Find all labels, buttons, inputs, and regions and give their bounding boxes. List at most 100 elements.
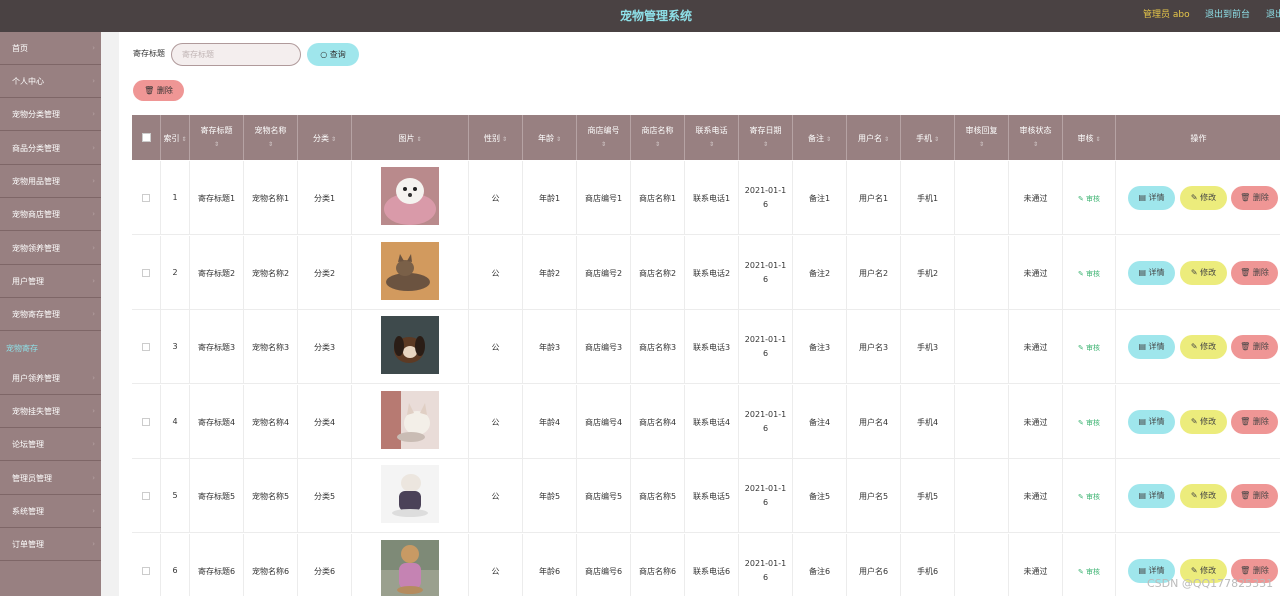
audit-link[interactable]: ✎ 审核 (1063, 418, 1115, 428)
edit-button[interactable]: ✎ 修改 (1180, 186, 1227, 210)
delete-button[interactable]: 🗑 删除 (1231, 409, 1278, 434)
chevron-right-icon: › (92, 507, 95, 515)
sidebar-item-label: 管理员管理 (12, 474, 52, 483)
cell-value: 寄存标题3 (197, 343, 236, 352)
column-header[interactable]: 审核回复 ⇕ (955, 115, 1009, 160)
sidebar-item[interactable]: 宠物商店管理 › (0, 198, 101, 231)
query-button[interactable]: ○ 查询 (307, 43, 359, 66)
sidebar-item-label: 首页 (12, 44, 28, 53)
pencil-icon: ✎ (1190, 342, 1201, 351)
edit-button[interactable]: ✎ 修改 (1180, 260, 1227, 285)
sidebar-item-label: 宠物领养管理 (12, 244, 60, 253)
sidebar-item-label: 宠物寄存 (6, 344, 38, 353)
table-cell-mobile: 手机6 (901, 533, 955, 596)
sidebar-item[interactable]: 用户管理 › (0, 265, 101, 298)
table-cell-note: 备注2 (793, 235, 847, 310)
sidebar-item[interactable]: 商品分类管理 › (0, 132, 101, 165)
cell-value: 商店编号1 (584, 194, 623, 203)
audit-link[interactable]: ✎ 审核 (1063, 343, 1115, 353)
select-all-checkbox[interactable] (142, 133, 151, 142)
column-header[interactable]: 年龄 ⇕ (523, 115, 577, 160)
search-input[interactable] (171, 43, 301, 66)
column-header[interactable]: 性别 ⇕ (469, 115, 523, 160)
column-header[interactable]: 宠物名称 ⇕ (244, 115, 298, 160)
column-header[interactable]: 用户名 ⇕ (847, 115, 901, 160)
edit-icon: ✎ (1077, 567, 1087, 576)
table-cell-pet: 宠物名称1 (244, 161, 298, 235)
table-cell-shop-name: 商店名称4 (631, 384, 685, 459)
audit-link[interactable]: ✎ 审核 (1063, 492, 1115, 502)
audit-link[interactable]: ✎ 审核 (1063, 567, 1115, 577)
column-header[interactable]: 审核 ⇕ (1063, 115, 1116, 160)
edit-button[interactable]: ✎ 修改 (1180, 335, 1227, 359)
sidebar-item[interactable]: 订单管理 › (0, 528, 101, 561)
edit-button[interactable]: ✎ 修改 (1180, 409, 1227, 434)
cell-value: 年龄5 (538, 492, 561, 501)
edit-button[interactable]: ✎ 修改 (1180, 484, 1227, 508)
batch-delete-button[interactable]: 🗑 删除 (133, 80, 184, 101)
sidebar-item[interactable]: 用户领养管理 › (0, 362, 101, 395)
delete-button[interactable]: 🗑 删除 (1231, 186, 1278, 210)
row-checkbox[interactable] (142, 417, 150, 426)
table-cell-reply (955, 161, 1009, 235)
detail-button[interactable]: ▤ 详情 (1128, 409, 1175, 434)
row-checkbox[interactable] (142, 343, 150, 351)
select-all-header[interactable] (132, 115, 161, 160)
row-checkbox[interactable] (142, 492, 150, 500)
audit-label: 审核 (1086, 195, 1101, 203)
table-cell-date: 2021-01-16 (739, 310, 793, 384)
detail-button[interactable]: ▤ 详情 (1128, 335, 1175, 359)
cell-value: 商店名称2 (638, 268, 677, 278)
detail-button-label: 详情 (1148, 416, 1165, 426)
column-header[interactable]: 寄存日期 ⇕ (739, 115, 793, 160)
audit-link[interactable]: ✎ 审核 (1063, 269, 1115, 279)
column-header[interactable]: 手机 ⇕ (901, 115, 955, 160)
sidebar-item[interactable]: 首页 › (0, 32, 101, 65)
sidebar-item[interactable]: 论坛管理 › (0, 428, 101, 461)
sort-icon: ⇕ (179, 136, 187, 143)
column-header[interactable]: 备注 ⇕ (793, 115, 847, 160)
column-header[interactable]: 审核状态 ⇕ (1009, 115, 1063, 160)
column-header[interactable]: 寄存标题 ⇕ (190, 115, 244, 160)
detail-button[interactable]: ▤ 详情 (1128, 186, 1175, 210)
chevron-right-icon: › (92, 407, 95, 415)
edit-icon: ✎ (1077, 418, 1087, 427)
row-checkbox[interactable] (142, 194, 150, 202)
sidebar-item[interactable]: 个人中心 › (0, 65, 101, 98)
exit-system-link[interactable]: 退出 (1266, 0, 1280, 30)
sidebar-item[interactable]: 宠物挂失管理 › (0, 395, 101, 428)
sidebar-item[interactable]: 宠物分类管理 › (0, 98, 101, 131)
sidebar-item[interactable]: 宠物寄存管理 › (0, 298, 101, 331)
audit-link[interactable]: ✎ 审核 (1063, 194, 1115, 204)
delete-button[interactable]: 🗑 删除 (1231, 484, 1278, 508)
column-header[interactable]: 分类 ⇕ (298, 115, 352, 160)
sidebar-item[interactable]: 管理员管理 › (0, 462, 101, 495)
column-header[interactable]: 索引 ⇕ (161, 115, 190, 160)
sidebar-item-label: 宠物用品管理 (12, 177, 60, 186)
edit-icon: ✎ (1077, 344, 1087, 352)
actions-cell: ▤ 详情 ✎ 修改 🗑 删除 (1116, 161, 1280, 235)
table-row: 5 寄存标题5 宠物名称5 分类5 公 年龄5 商店编号5 商店名称5 联系电话5 2021-01… (132, 459, 1280, 533)
trash-icon: 🗑 (1240, 193, 1253, 202)
column-header[interactable]: 商店名称 ⇕ (631, 115, 685, 160)
image-cell (352, 161, 469, 235)
column-header[interactable]: 图片 ⇕ (352, 115, 469, 160)
table-cell-title: 寄存标题1 (190, 161, 244, 235)
delete-button[interactable]: 🗑 删除 (1231, 260, 1278, 285)
cell-value: 未通过 (1023, 343, 1048, 352)
table-cell-gender: 公 (469, 459, 523, 533)
column-header[interactable]: 商店编号 ⇕ (577, 115, 631, 160)
sort-icon: ⇕ (1093, 136, 1101, 143)
delete-button[interactable]: 🗑 删除 (1231, 335, 1278, 359)
detail-button[interactable]: ▤ 详情 (1128, 484, 1175, 508)
sidebar-item[interactable]: 宠物领养管理 › (0, 232, 101, 265)
detail-button[interactable]: ▤ 详情 (1128, 260, 1175, 285)
row-checkbox[interactable] (142, 268, 150, 277)
column-header[interactable]: 联系电话 ⇕ (685, 115, 739, 160)
cell-value: 联系电话6 (692, 566, 731, 576)
exit-to-front-link[interactable]: 退出到前台 (1205, 0, 1250, 30)
row-checkbox[interactable] (142, 566, 150, 575)
sidebar-item[interactable]: 宠物寄存 (0, 332, 101, 365)
sidebar-item[interactable]: 系统管理 › (0, 495, 101, 528)
sidebar-item[interactable]: 宠物用品管理 › (0, 165, 101, 198)
